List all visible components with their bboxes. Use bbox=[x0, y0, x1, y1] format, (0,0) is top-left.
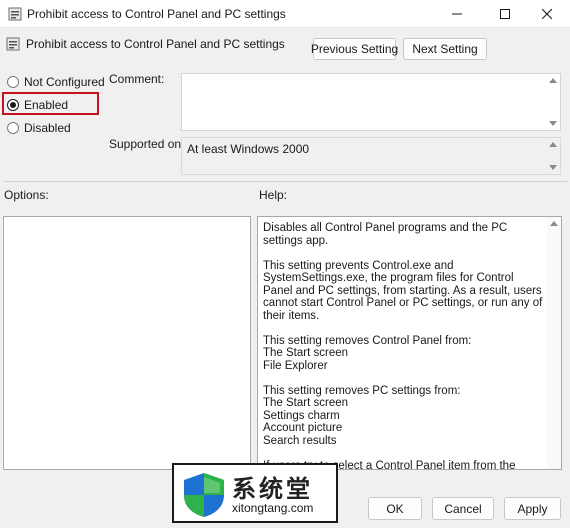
scroll-down-icon[interactable] bbox=[549, 165, 557, 170]
next-setting-button[interactable]: Next Setting bbox=[403, 38, 487, 60]
previous-setting-button[interactable]: Previous Setting bbox=[311, 38, 398, 60]
section-divider bbox=[3, 181, 567, 182]
ok-button[interactable]: OK bbox=[368, 497, 422, 520]
radio-circle[interactable] bbox=[7, 76, 19, 88]
help-pane[interactable]: Disables all Control Panel programs and … bbox=[257, 216, 562, 470]
comment-textarea[interactable] bbox=[181, 73, 561, 131]
supported-on-label: Supported on: bbox=[109, 137, 185, 151]
radio-enabled[interactable]: Enabled bbox=[7, 97, 68, 113]
help-paragraph: Disables all Control Panel programs and … bbox=[263, 222, 508, 247]
options-pane[interactable] bbox=[3, 216, 251, 470]
scroll-up-icon[interactable] bbox=[549, 78, 557, 83]
help-scrollbar[interactable] bbox=[547, 217, 561, 469]
supported-scrollbar[interactable] bbox=[546, 138, 560, 174]
watermark-brand: 系统堂 bbox=[232, 474, 313, 503]
supported-on-field: At least Windows 2000 bbox=[181, 137, 561, 175]
minimize-icon bbox=[452, 13, 462, 15]
radio-circle[interactable] bbox=[7, 122, 19, 134]
maximize-icon bbox=[500, 9, 510, 19]
radio-label: Enabled bbox=[24, 98, 69, 112]
radio-label: Not Configured bbox=[24, 75, 105, 89]
help-paragraph: This setting removes Control Panel from:… bbox=[263, 334, 472, 372]
radio-circle-checked[interactable] bbox=[7, 99, 19, 111]
scroll-down-icon[interactable] bbox=[549, 121, 557, 126]
close-button[interactable] bbox=[524, 0, 570, 28]
supported-on-value: At least Windows 2000 bbox=[187, 142, 310, 156]
radio-not-configured[interactable]: Not Configured bbox=[7, 74, 105, 90]
help-text: Disables all Control Panel programs and … bbox=[263, 222, 543, 469]
shield-logo-icon bbox=[184, 473, 224, 517]
policy-setting-icon bbox=[8, 7, 22, 21]
title-bar[interactable]: Prohibit access to Control Panel and PC … bbox=[0, 0, 570, 28]
radio-disabled[interactable]: Disabled bbox=[7, 120, 71, 136]
cancel-button[interactable]: Cancel bbox=[432, 497, 494, 520]
minimize-button[interactable] bbox=[434, 0, 480, 28]
comment-label: Comment: bbox=[109, 72, 165, 86]
help-paragraph: This setting removes PC settings from: T… bbox=[263, 384, 461, 447]
window-title: Prohibit access to Control Panel and PC … bbox=[27, 7, 286, 21]
close-icon bbox=[542, 9, 552, 19]
options-label: Options: bbox=[4, 188, 49, 202]
apply-button[interactable]: Apply bbox=[504, 497, 561, 520]
scroll-up-icon[interactable] bbox=[549, 142, 557, 147]
help-paragraph: This setting prevents Control.exe and Sy… bbox=[263, 259, 543, 322]
comment-scrollbar[interactable] bbox=[546, 74, 560, 130]
maximize-button[interactable] bbox=[482, 0, 528, 28]
help-label: Help: bbox=[259, 188, 288, 202]
watermark-url: xitongtang.com bbox=[232, 501, 314, 515]
policy-setting-icon bbox=[6, 37, 20, 51]
watermark-logo: 系统堂 xitongtang.com bbox=[172, 463, 338, 523]
radio-label: Disabled bbox=[24, 121, 71, 135]
setting-name: Prohibit access to Control Panel and PC … bbox=[26, 37, 285, 51]
scroll-up-icon[interactable] bbox=[550, 221, 558, 226]
